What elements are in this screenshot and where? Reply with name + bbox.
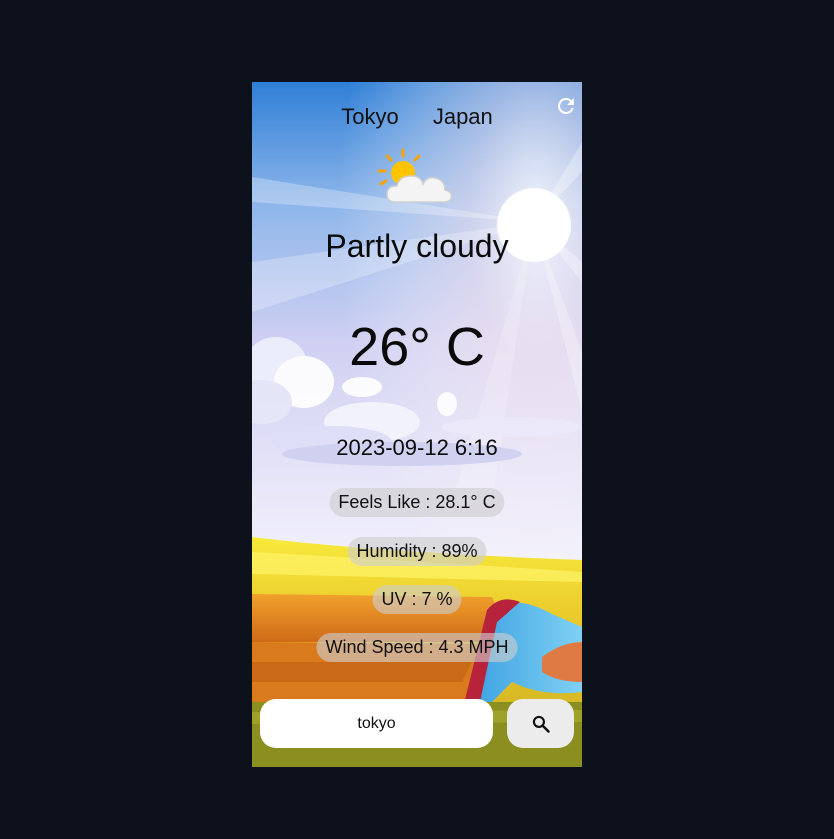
city-name: Tokyo	[341, 104, 399, 129]
uv-badge: UV : 7 %	[372, 585, 462, 614]
wind-speed-badge: Wind Speed : 4.3 MPH	[316, 633, 518, 662]
search-input[interactable]	[260, 699, 493, 748]
search-icon	[532, 715, 550, 733]
location-header: Tokyo Japan	[252, 104, 582, 130]
date-time: 2023-09-12 6:16	[336, 435, 498, 460]
weather-condition: Partly cloudy	[325, 228, 509, 264]
humidity-badge: Humidity : 89%	[347, 537, 487, 566]
partly-cloudy-icon	[377, 148, 453, 203]
temperature: 26° C	[349, 317, 485, 377]
country-name: Japan	[432, 104, 493, 129]
weather-card: Tokyo Japan Partly cloudy 26° C 2023-09-…	[252, 82, 582, 767]
search-button[interactable]	[507, 699, 574, 748]
feels-like-badge: Feels Like : 28.1° C	[329, 488, 505, 517]
